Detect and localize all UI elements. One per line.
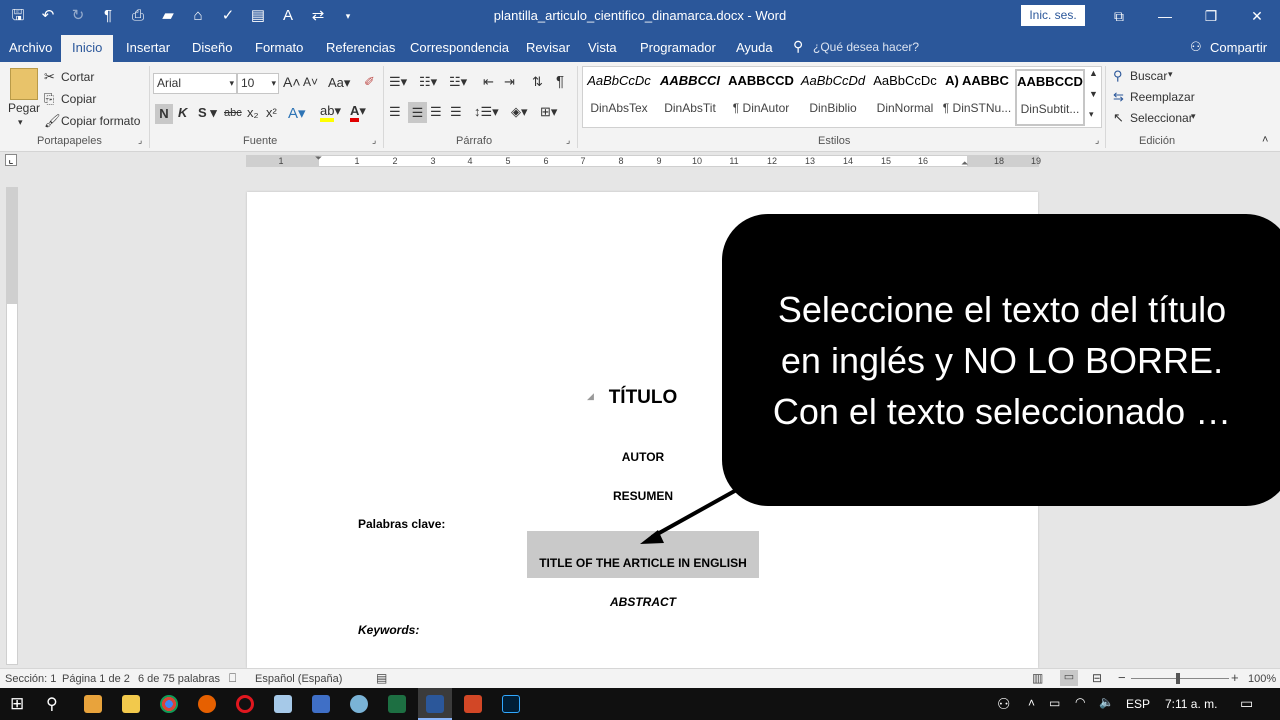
app-gear-icon[interactable] <box>350 695 368 713</box>
page-indicator[interactable]: Página 1 de 2 <box>62 673 130 685</box>
windows-start-icon[interactable]: ⊞ <box>10 694 24 714</box>
app-feather-icon[interactable] <box>312 695 330 713</box>
photoshop-icon[interactable] <box>502 695 520 713</box>
zoom-level[interactable]: 100% <box>1248 673 1276 685</box>
clock[interactable]: 7:11 a. m. <box>1165 697 1217 711</box>
powerpoint-icon[interactable] <box>464 695 482 713</box>
proofing-icon[interactable]: ⎕ <box>229 671 236 686</box>
volume-icon[interactable]: 🔈 <box>1099 695 1114 709</box>
callout-line-1: Seleccione el texto del título <box>777 289 1227 330</box>
search-icon[interactable]: ⚲ <box>46 694 58 714</box>
word-icon[interactable] <box>426 695 444 713</box>
print-layout-icon[interactable]: ▭ <box>1060 670 1078 686</box>
chrome-icon[interactable] <box>160 695 178 713</box>
input-language[interactable]: ESP <box>1126 697 1150 711</box>
instruction-callout: Seleccione el texto del título en inglés… <box>722 214 1280 506</box>
taskbar: ⊞ ⚲ ⚇ ˄ ▭ ◠ 🔈 ESP 7:11 a. m. ▭ <box>0 688 1280 720</box>
zoom-in-icon[interactable]: + <box>1231 670 1239 685</box>
file-explorer-icon[interactable] <box>122 695 140 713</box>
read-mode-icon[interactable]: ▥ <box>1032 671 1043 685</box>
battery-icon[interactable]: ▭ <box>1049 696 1060 710</box>
wifi-icon[interactable]: ◠ <box>1075 695 1085 709</box>
section-indicator[interactable]: Sección: 1 <box>5 673 56 685</box>
language-indicator[interactable]: Español (España) <box>255 673 342 685</box>
callout-line-2: en inglés y NO LO BORRE. <box>780 340 1224 381</box>
opera-icon[interactable] <box>236 695 254 713</box>
people-icon[interactable]: ⚇ <box>997 695 1010 713</box>
excel-icon[interactable] <box>388 695 406 713</box>
tray-up-icon[interactable]: ˄ <box>1028 696 1035 710</box>
sublime-icon[interactable] <box>84 695 102 713</box>
web-layout-icon[interactable]: ⊟ <box>1092 671 1102 685</box>
callout-line-3: Con el texto seleccionado … <box>772 391 1232 432</box>
notes-app-icon[interactable] <box>274 695 292 713</box>
word-count[interactable]: 6 de 75 palabras <box>138 673 220 685</box>
zoom-thumb[interactable] <box>1176 673 1180 684</box>
zoom-out-icon[interactable]: − <box>1118 670 1126 685</box>
zoom-slider[interactable] <box>1131 678 1229 679</box>
macro-recording-icon[interactable]: ▤ <box>376 671 387 685</box>
status-bar: Sección: 1 Página 1 de 2 6 de 75 palabra… <box>0 668 1280 688</box>
firefox-icon[interactable] <box>198 695 216 713</box>
notifications-icon[interactable]: ▭ <box>1240 695 1253 712</box>
